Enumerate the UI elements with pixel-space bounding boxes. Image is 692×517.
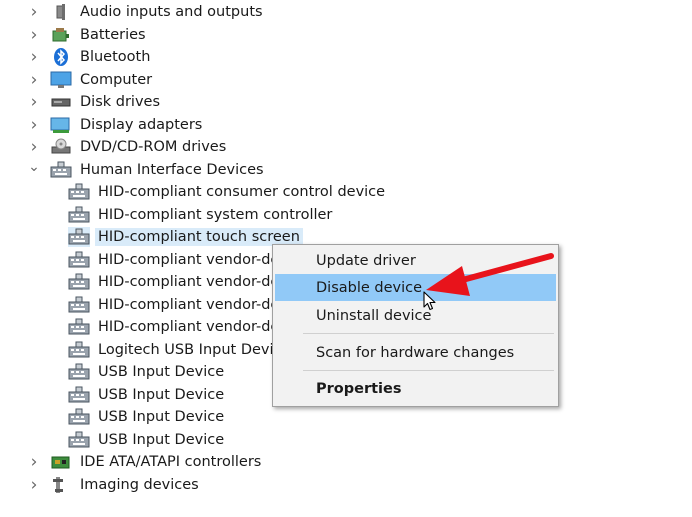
tree-item-label: HID-compliant vendor-defi xyxy=(98,296,289,313)
tree-item-label: Audio inputs and outputs xyxy=(80,4,263,20)
tree-category[interactable]: › Computer xyxy=(28,69,155,91)
hid-icon xyxy=(68,295,90,315)
tree-device[interactable]: HID-compliant vendor-defi xyxy=(68,294,291,316)
chevron-right-icon[interactable]: › xyxy=(28,474,40,496)
disk-drive-icon xyxy=(50,92,72,112)
tree-item-label: USB Input Device xyxy=(98,409,225,425)
chevron-right-icon[interactable]: › xyxy=(28,46,40,68)
tree-category[interactable]: › DVD/CD-ROM drives xyxy=(28,136,229,158)
tree-item-label: DVD/CD-ROM drives xyxy=(80,139,227,155)
tree-item-label: Computer xyxy=(80,71,153,88)
hid-icon xyxy=(68,317,90,337)
tree-category[interactable]: › Disk drives xyxy=(28,91,163,113)
tree-item-label: Human Interface Devices xyxy=(80,161,264,178)
hid-icon xyxy=(68,182,90,202)
tree-device[interactable]: USB Input Device xyxy=(68,384,227,406)
tree-device[interactable]: HID-compliant vendor-defi xyxy=(68,249,291,271)
tree-category-expanded[interactable]: ⌄ Human Interface Devices xyxy=(28,159,267,181)
hid-icon xyxy=(68,227,90,247)
chevron-right-icon[interactable]: › xyxy=(28,1,40,23)
chevron-right-icon[interactable]: › xyxy=(28,114,40,136)
display-adapter-icon xyxy=(50,115,72,135)
tree-category[interactable]: › Imaging devices xyxy=(28,474,202,496)
battery-icon xyxy=(50,25,72,45)
hid-icon xyxy=(68,362,90,382)
tree-device[interactable]: HID-compliant system controller xyxy=(68,204,335,226)
tree-item-label: Bluetooth xyxy=(80,49,151,65)
tree-item-label: USB Input Device xyxy=(98,364,225,380)
bluetooth-icon xyxy=(50,47,72,67)
menu-item-update-driver[interactable]: Update driver xyxy=(275,247,556,274)
tree-item-label: HID-compliant vendor-defi xyxy=(98,274,289,290)
menu-separator xyxy=(303,333,554,334)
hid-icon xyxy=(68,385,90,405)
tree-category[interactable]: › Bluetooth xyxy=(28,46,153,68)
tree-item-label: Disk drives xyxy=(80,94,161,110)
tree-item-label: USB Input Device xyxy=(98,431,225,448)
hid-icon xyxy=(50,160,72,180)
hid-icon xyxy=(68,430,90,450)
speaker-icon xyxy=(50,2,72,22)
context-menu: Update driver Disable device Uninstall d… xyxy=(272,244,559,407)
chevron-right-icon[interactable]: › xyxy=(28,451,40,473)
chevron-right-icon[interactable]: › xyxy=(28,69,40,91)
menu-item-properties[interactable]: Properties xyxy=(275,375,556,402)
tree-device[interactable]: Logitech USB Input Device xyxy=(68,339,293,361)
hid-icon xyxy=(68,272,90,292)
tree-item-label: Imaging devices xyxy=(80,476,199,493)
tree-device[interactable]: HID-compliant vendor-defi xyxy=(68,271,291,293)
tree-item-label: HID-compliant system controller xyxy=(98,206,333,223)
monitor-icon xyxy=(50,70,72,90)
dvd-drive-icon xyxy=(50,137,72,157)
menu-item-disable-device[interactable]: Disable device xyxy=(275,274,556,301)
mouse-cursor-icon xyxy=(423,291,436,311)
menu-item-scan-hardware[interactable]: Scan for hardware changes xyxy=(275,339,556,366)
tree-item-label: HID-compliant vendor-defi xyxy=(98,251,289,268)
menu-item-uninstall-device[interactable]: Uninstall device xyxy=(275,302,556,329)
menu-separator xyxy=(303,370,554,371)
tree-category[interactable]: › IDE ATA/ATAPI controllers xyxy=(28,451,264,473)
tree-item-label: Display adapters xyxy=(80,116,203,133)
tree-device[interactable]: HID-compliant consumer control device xyxy=(68,181,388,203)
tree-item-label: Batteries xyxy=(80,26,146,43)
tree-device[interactable]: USB Input Device xyxy=(68,361,227,383)
tree-device[interactable]: HID-compliant vendor-defi xyxy=(68,316,291,338)
hid-icon xyxy=(68,340,90,360)
tree-category[interactable]: › Display adapters xyxy=(28,114,205,136)
chevron-down-icon[interactable]: ⌄ xyxy=(28,156,40,184)
ide-controller-icon xyxy=(50,452,72,472)
tree-category[interactable]: › Audio inputs and outputs xyxy=(28,1,266,23)
tree-item-label: Logitech USB Input Device xyxy=(98,341,291,358)
hid-icon xyxy=(68,205,90,225)
tree-item-label: HID-compliant vendor-defi xyxy=(98,319,289,335)
tree-item-label: IDE ATA/ATAPI controllers xyxy=(80,454,262,470)
tree-device[interactable]: USB Input Device xyxy=(68,406,227,428)
tree-category[interactable]: › Batteries xyxy=(28,24,149,46)
tree-item-label: HID-compliant consumer control device xyxy=(98,184,386,200)
chevron-right-icon[interactable]: › xyxy=(28,91,40,113)
tree-device[interactable]: USB Input Device xyxy=(68,429,227,451)
hid-icon xyxy=(68,407,90,427)
tree-item-selected[interactable]: HID-compliant touch screen xyxy=(68,226,303,248)
tree-item-label: USB Input Device xyxy=(98,386,225,403)
camera-icon xyxy=(50,475,72,495)
chevron-right-icon[interactable]: › xyxy=(28,24,40,46)
hid-icon xyxy=(68,250,90,270)
